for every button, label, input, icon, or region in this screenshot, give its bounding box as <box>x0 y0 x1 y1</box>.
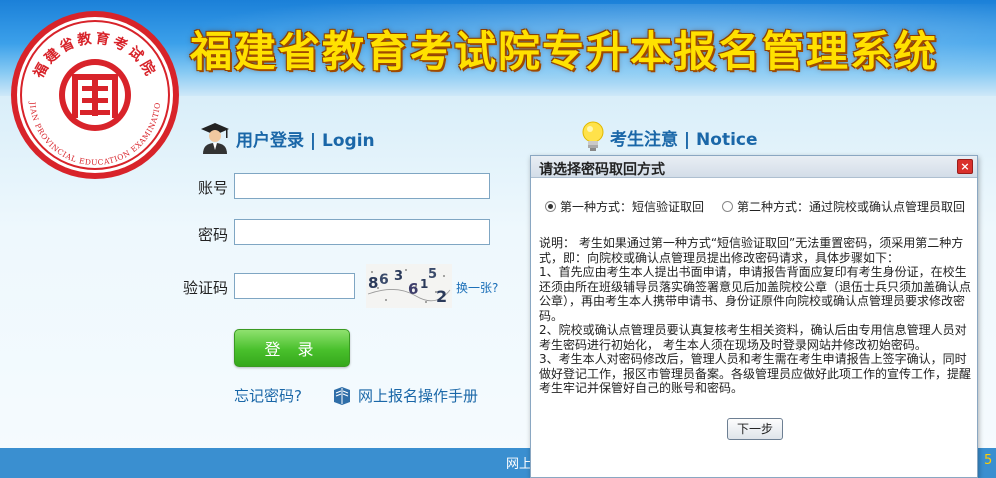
svg-text:3: 3 <box>394 269 403 284</box>
instruction-step-2: 2、院校或确认点管理员要认真复核考生相关资料，确认后由专用信息管理人员对考生密码… <box>539 323 967 352</box>
option2-label[interactable]: 第二种方式：通过院校或确认点管理员取回 <box>737 198 965 215</box>
account-input[interactable] <box>235 174 489 198</box>
account-field[interactable] <box>234 173 490 199</box>
captcha-input[interactable] <box>235 274 354 298</box>
instruction-step-1: 1、首先应由考生本人提出书面申请，申请报告背面应复印有考生身份证，在校生还须由所… <box>539 265 972 323</box>
account-label: 账号 <box>197 179 228 197</box>
recovery-options: 第一种方式：短信验证取回 第二种方式：通过院校或确认点管理员取回 <box>545 198 965 215</box>
svg-text:5: 5 <box>428 267 437 282</box>
notice-header: 考生注意 | Notice <box>580 120 758 154</box>
svg-text:8: 8 <box>368 274 378 292</box>
exam-authority-seal-logo: 福建省教育考试院 FUJIAN PROVINCIAL EDUCATION EXA… <box>8 8 179 179</box>
close-icon[interactable]: × <box>957 159 973 174</box>
option1-radio[interactable] <box>545 201 556 212</box>
lightbulb-icon <box>582 121 604 151</box>
manual-link[interactable]: 网上报名操作手册 <box>332 385 478 406</box>
footer-text: 网上 <box>506 457 533 472</box>
next-step-button[interactable]: 下一步 <box>727 418 783 440</box>
manual-label: 网上报名操作手册 <box>358 387 479 405</box>
svg-text:6: 6 <box>379 272 389 288</box>
password-label: 密码 <box>197 226 228 244</box>
password-input[interactable] <box>235 220 489 244</box>
dialog-title: 请选择密码取回方式 <box>539 162 665 178</box>
refresh-captcha-link[interactable]: 换一张? <box>456 279 498 296</box>
captcha-label: 验证码 <box>182 279 228 297</box>
login-button[interactable]: 登 录 <box>234 329 350 367</box>
manual-book-icon <box>334 386 350 405</box>
password-recovery-dialog: 请选择密码取回方式 × 第一种方式：短信验证取回 第二种方式：通过院校或确认点管… <box>530 155 978 478</box>
option2[interactable]: 第二种方式：通过院校或确认点管理员取回 <box>722 198 965 215</box>
dialog-titlebar[interactable]: 请选择密码取回方式 × <box>531 156 977 178</box>
option1-label[interactable]: 第一种方式：短信验证取回 <box>560 198 704 215</box>
instruction-step-3: 3、考生本人对密码修改后，管理人员和考生需在考生申请报告上签字确认，同时做好登记… <box>539 352 972 395</box>
svg-text:2: 2 <box>436 287 447 306</box>
dialog-instructions: 说明： 考生如果通过第一种方式“短信验证取回”无法重置密码，须采用第二种方式，即… <box>539 236 971 396</box>
captcha-image[interactable]: 8 6 3 6 1 5 2 <box>366 264 452 308</box>
login-header: 用户登录 | Login <box>200 122 375 154</box>
login-title: 用户登录 | Login <box>236 130 375 151</box>
password-field[interactable] <box>234 219 490 245</box>
svg-text:6: 6 <box>408 280 418 298</box>
option2-radio[interactable] <box>722 201 734 212</box>
forgot-password-link[interactable]: 忘记密码? <box>234 385 302 406</box>
notice-title: 考生注意 | Notice <box>610 129 758 150</box>
graduate-user-icon <box>201 123 229 154</box>
instruction-intro: 说明： 考生如果通过第一种方式“短信验证取回”无法重置密码，须采用第二种方式，即… <box>539 236 964 265</box>
captcha-field[interactable] <box>234 273 355 299</box>
system-title: 福建省教育考试院专升本报名管理系统 <box>190 27 939 76</box>
footer-tail-text: 5 <box>984 453 993 468</box>
